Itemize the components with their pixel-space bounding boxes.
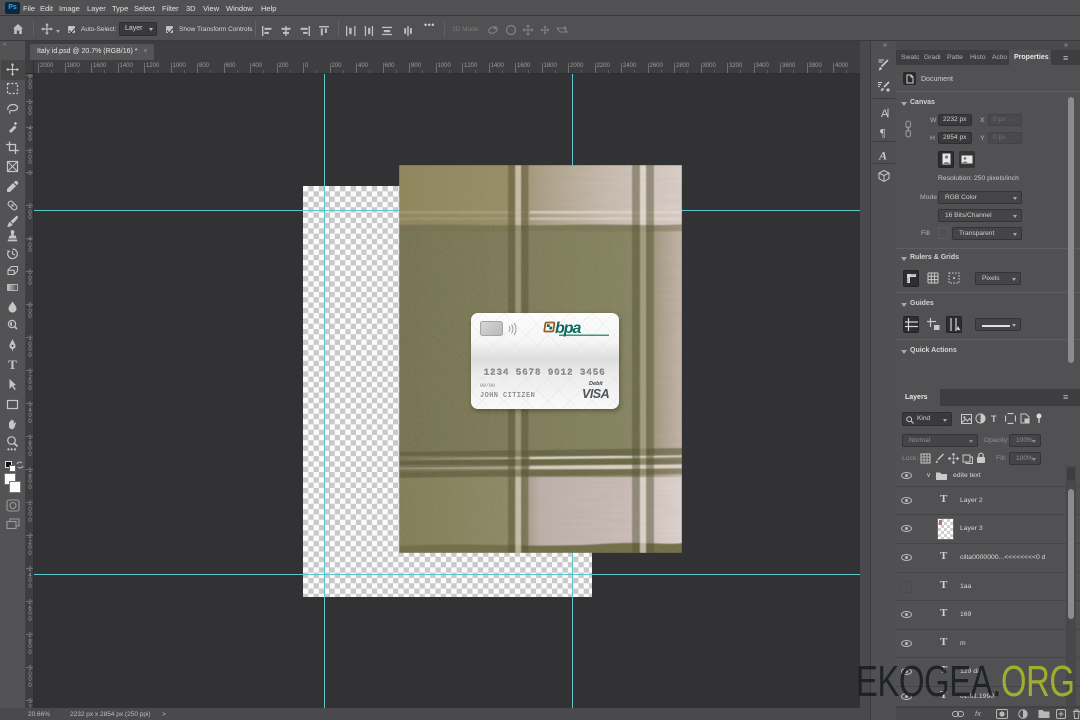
- svg-text:bpa: bpa: [555, 320, 582, 337]
- svg-text:T: T: [8, 358, 17, 371]
- svg-text:A: A: [878, 149, 887, 163]
- svg-text:¶: ¶: [880, 126, 886, 140]
